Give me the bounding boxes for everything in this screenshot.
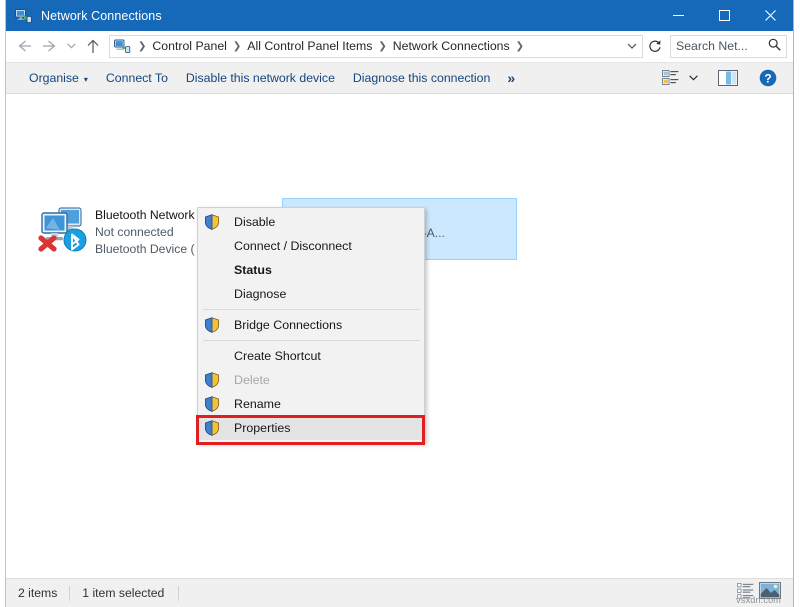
search-icon[interactable] [768, 38, 781, 54]
back-button[interactable] [11, 33, 37, 59]
menu-item-label: Bridge Connections [234, 318, 342, 332]
menu-item-properties[interactable]: Properties [198, 416, 424, 440]
menu-item-label: Rename [234, 397, 281, 411]
menu-item-create-shortcut[interactable]: Create Shortcut [198, 344, 424, 368]
watermark: vsxdn.com [736, 595, 781, 605]
network-connections-icon [15, 8, 32, 24]
chevron-down-icon: ▾ [84, 75, 88, 84]
command-toolbar: Organise ▾ Connect To Disable this netwo… [6, 62, 793, 94]
menu-item-rename[interactable]: Rename [198, 392, 424, 416]
status-bar: 2 items 1 item selected [6, 578, 793, 607]
breadcrumb-separator-3[interactable]: ❯ [512, 41, 528, 52]
menu-item-status[interactable]: Status [198, 258, 424, 282]
chevron-down-icon[interactable] [622, 41, 642, 51]
maximize-button[interactable] [701, 0, 747, 31]
menu-item-connect-disconnect[interactable]: Connect / Disconnect [198, 234, 424, 258]
preview-pane-icon[interactable] [713, 65, 743, 91]
context-menu: Disable Connect / Disconnect Status Diag… [197, 207, 425, 443]
change-view-chevron-down-icon[interactable] [685, 75, 701, 81]
breadcrumb-item-control-panel[interactable]: Control Panel [150, 39, 229, 53]
change-view-icon[interactable] [655, 65, 685, 91]
item-count-label: 2 items [18, 586, 57, 600]
diagnose-connection-button[interactable]: Diagnose this connection [344, 66, 499, 90]
toolbar-overflow-button[interactable]: » [499, 70, 523, 86]
connect-to-button[interactable]: Connect To [97, 66, 177, 90]
menu-item-label: Status [234, 263, 272, 277]
organise-label: Organise [29, 71, 79, 85]
title-bar: Network Connections [6, 0, 793, 31]
menu-item-delete: Delete [198, 368, 424, 392]
uac-shield-icon [204, 396, 224, 412]
breadcrumb-separator-1[interactable]: ❯ [229, 41, 245, 52]
menu-item-label: Create Shortcut [234, 349, 321, 363]
close-button[interactable] [747, 0, 793, 31]
bluetooth-network-adapter-icon [37, 202, 91, 256]
selection-label: 1 item selected [82, 586, 164, 600]
menu-separator [203, 340, 420, 341]
explorer-window: Network Connections [5, 0, 794, 607]
connections-list: Bluetooth Network Connection Not connect… [6, 94, 793, 578]
breadcrumb-separator-root[interactable]: ❯ [134, 41, 150, 52]
address-bar-row: ❯ Control Panel ❯ All Control Panel Item… [6, 31, 793, 62]
breadcrumb-separator-2[interactable]: ❯ [374, 41, 390, 52]
menu-item-label: Delete [234, 373, 270, 387]
refresh-icon[interactable] [643, 35, 667, 58]
search-input[interactable]: Search Net... [670, 35, 787, 58]
help-icon[interactable]: ? [753, 65, 783, 91]
menu-item-bridge-connections[interactable]: Bridge Connections [198, 313, 424, 337]
disable-network-device-button[interactable]: Disable this network device [177, 66, 344, 90]
menu-item-label: Properties [234, 421, 290, 435]
uac-shield-icon [204, 214, 224, 230]
toolbar-right-group: ? [655, 65, 793, 91]
breadcrumb[interactable]: ❯ Control Panel ❯ All Control Panel Item… [109, 35, 643, 58]
uac-shield-icon [204, 420, 224, 436]
menu-item-label: Connect / Disconnect [234, 239, 352, 253]
uac-shield-icon [204, 317, 224, 333]
organise-button[interactable]: Organise ▾ [20, 66, 97, 90]
menu-item-label: Disable [234, 215, 275, 229]
breadcrumb-item-all-control-panel-items[interactable]: All Control Panel Items [245, 39, 374, 53]
recent-locations-button[interactable] [63, 33, 80, 59]
window-controls [655, 0, 793, 31]
svg-text:?: ? [764, 71, 771, 85]
menu-item-diagnose[interactable]: Diagnose [198, 282, 424, 306]
status-divider [178, 586, 179, 601]
search-placeholder: Search Net... [676, 39, 768, 53]
menu-separator [203, 309, 420, 310]
breadcrumb-item-network-connections[interactable]: Network Connections [391, 39, 512, 53]
breadcrumb-root-icon [114, 39, 131, 54]
status-divider [69, 586, 70, 601]
uac-shield-icon [204, 372, 224, 388]
minimize-button[interactable] [655, 0, 701, 31]
menu-item-disable[interactable]: Disable [198, 210, 424, 234]
forward-button[interactable] [37, 33, 63, 59]
up-button[interactable] [80, 33, 106, 59]
window-title: Network Connections [41, 9, 162, 23]
menu-item-label: Diagnose [234, 287, 286, 301]
